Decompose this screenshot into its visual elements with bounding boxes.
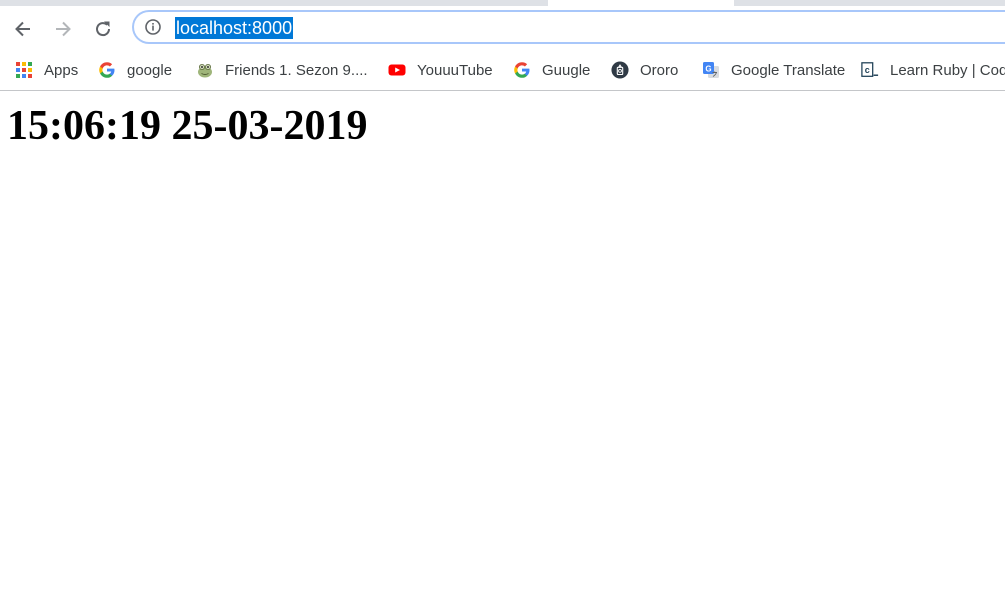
reload-icon: [96, 21, 111, 37]
clock-heading: 15:06:19 25-03-2019: [7, 103, 368, 149]
arrow-right-icon: [56, 21, 71, 37]
address-bar[interactable]: localhost:8000: [132, 10, 1005, 44]
bookmark-label: Guugle: [542, 61, 591, 79]
bookmark-label: Ororo: [640, 61, 679, 79]
bookmark-guugle[interactable]: Guugle: [513, 59, 590, 81]
codecademy-icon: c: [861, 61, 879, 79]
url-text[interactable]: localhost:8000: [175, 17, 294, 39]
google-translate-icon: G: [702, 61, 720, 79]
bookmark-learn-ruby[interactable]: c Learn Ruby | Cod: [861, 59, 1005, 81]
bookmark-label: Google Translate: [731, 61, 846, 79]
svg-text:G: G: [705, 65, 711, 74]
bookmark-label: Apps: [44, 61, 79, 79]
bookmarks-bar: Apps google Friends 1. Sezon 9.... Youuu…: [0, 50, 1005, 91]
back-button[interactable]: [8, 14, 38, 44]
reload-button[interactable]: [88, 14, 118, 44]
page-content: 15:06:19 25-03-2019: [0, 91, 1005, 604]
bookmark-youuutube[interactable]: YouuuTube: [388, 59, 493, 81]
bookmark-label: Friends 1. Sezon 9....: [225, 61, 368, 79]
info-circle-icon[interactable]: [144, 18, 162, 36]
bookmark-friends[interactable]: Friends 1. Sezon 9....: [196, 59, 368, 81]
svg-text:c: c: [865, 65, 870, 75]
frog-favicon-icon: [196, 61, 214, 79]
youtube-icon: [388, 61, 406, 79]
ororo-icon: [611, 61, 629, 79]
bookmark-label: YouuuTube: [417, 61, 493, 79]
bookmark-google-translate[interactable]: G Google Translate: [702, 59, 845, 81]
apps-grid-icon: [15, 61, 33, 79]
arrow-left-icon: [15, 21, 30, 37]
forward-button[interactable]: [48, 14, 78, 44]
bookmark-label: google: [127, 61, 173, 79]
bookmark-label: Learn Ruby | Cod: [890, 61, 1005, 79]
browser-toolbar: localhost:8000: [0, 6, 1005, 50]
bookmark-google[interactable]: google: [98, 59, 172, 81]
google-g-icon: [98, 61, 116, 79]
google-g-icon: [513, 61, 531, 79]
bookmark-ororo[interactable]: Ororo: [611, 59, 678, 81]
bookmark-apps[interactable]: Apps: [15, 59, 78, 81]
